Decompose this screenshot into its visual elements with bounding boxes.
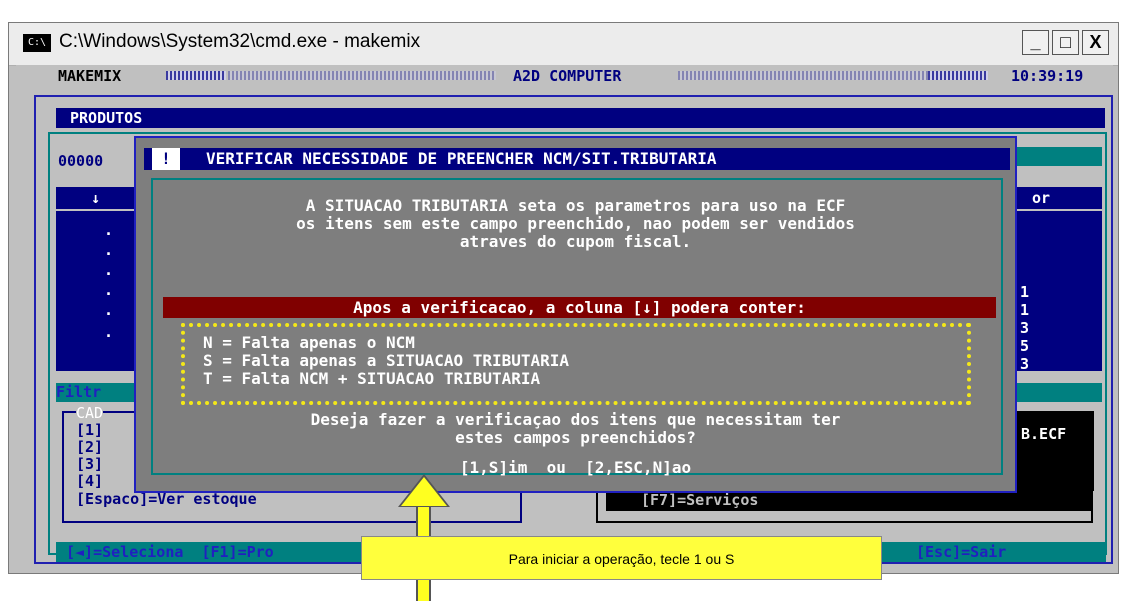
- option-t: T = Falta NCM + SITUACAO TRIBUTARIA: [203, 369, 541, 388]
- product-code: 00000: [58, 152, 104, 170]
- column-arrow-icon: ↓: [91, 189, 101, 207]
- code-cell: 00000: [56, 150, 134, 172]
- question-line: Deseja fazer a verificaçao dos itens que…: [310, 410, 841, 429]
- status-hatch-right-light: [678, 71, 928, 80]
- console-area[interactable]: MAKEMIX A2D COMPUTER 10:39:19 PRODUTOS 0…: [16, 65, 1113, 568]
- header-strip-right: [1014, 147, 1102, 166]
- footer-shortcuts-left[interactable]: [◄]=Seleciona [F1]=Pro: [66, 543, 274, 561]
- list-item: .: [104, 323, 114, 341]
- filter-bar[interactable]: Filtr: [56, 383, 134, 402]
- console-icon: C:\: [23, 34, 51, 52]
- up-arrow-icon-fill: [401, 477, 447, 506]
- menu-key-3[interactable]: [3]: [76, 455, 103, 473]
- menu-key-2[interactable]: [2]: [76, 438, 103, 456]
- list-value: 5: [1020, 337, 1030, 355]
- options-box: N = Falta apenas o NCM S = Falta apenas …: [181, 323, 971, 405]
- menu-key-4[interactable]: [4]: [76, 472, 103, 490]
- cad-label: CAD: [76, 404, 104, 422]
- column-header-right: or: [1014, 187, 1102, 209]
- column-info-banner: Apos a verificacao, a coluna [↓] podera …: [163, 297, 996, 318]
- status-line: MAKEMIX A2D COMPUTER 10:39:19: [16, 65, 1113, 87]
- maximize-button[interactable]: □: [1052, 30, 1079, 55]
- exit-shortcut[interactable]: [Esc]=Sair: [916, 543, 1006, 561]
- question-line: estes campos preenchidos?: [455, 428, 696, 447]
- list-item: .: [104, 281, 114, 299]
- right-box-fill: [1014, 411, 1094, 491]
- clock: 10:39:19: [1011, 67, 1084, 85]
- alert-icon: !: [152, 148, 180, 170]
- list-item: .: [104, 261, 114, 279]
- info-line: os itens sem este campo preenchido, nao …: [296, 214, 855, 233]
- ecf-label: B.ECF: [1021, 425, 1067, 443]
- status-hatch-right: [928, 71, 988, 80]
- column-right-label: or: [1032, 189, 1051, 207]
- instruction-callout: Para iniciar a operação, tecle 1 ou S: [361, 536, 882, 580]
- app-name: MAKEMIX: [58, 67, 122, 85]
- list-item: .: [104, 221, 114, 239]
- list-column-left[interactable]: . . . . . .: [56, 211, 134, 371]
- verification-dialog: ! VERIFICAR NECESSIDADE DE PREENCHER NCM…: [134, 136, 1017, 493]
- dialog-title: VERIFICAR NECESSIDADE DE PREENCHER NCM/S…: [206, 149, 717, 168]
- cmd-window: C:\ C:\Windows\System32\cmd.exe - makemi…: [8, 22, 1119, 574]
- screen-title: PRODUTOS: [70, 109, 143, 127]
- title-bar[interactable]: C:\ C:\Windows\System32\cmd.exe - makemi…: [9, 23, 1118, 66]
- list-column-right[interactable]: 1 1 3 5 3: [1014, 211, 1102, 373]
- info-line: atraves do cupom fiscal.: [459, 232, 692, 251]
- list-item: .: [104, 241, 114, 259]
- column-header-left: ↓: [56, 187, 134, 209]
- yes-no-prompt[interactable]: [1,S]im ou [2,ESC,N]ao: [136, 458, 1015, 477]
- option-n: N = Falta apenas o NCM: [203, 333, 415, 352]
- services-shortcut[interactable]: [F7]=Serviços: [641, 491, 758, 509]
- close-button[interactable]: X: [1082, 30, 1109, 55]
- window-title: C:\Windows\System32\cmd.exe - makemix: [59, 31, 421, 52]
- screen-title-bar: PRODUTOS: [56, 108, 1105, 128]
- minimize-button[interactable]: _: [1022, 30, 1049, 55]
- company-name: A2D COMPUTER: [513, 67, 622, 85]
- list-item: .: [104, 301, 114, 319]
- option-s: S = Falta apenas a SITUACAO TRIBUTARIA: [203, 351, 570, 370]
- filter-bar-right: [1014, 383, 1102, 402]
- filter-label: Filtr: [56, 383, 102, 401]
- info-line: A SITUACAO TRIBUTARIA seta os parametros…: [305, 196, 846, 215]
- list-value: 1: [1020, 283, 1030, 301]
- status-hatch-left: [166, 71, 226, 80]
- dialog-title-bar: ! VERIFICAR NECESSIDADE DE PREENCHER NCM…: [144, 148, 1010, 170]
- menu-key-1[interactable]: [1]: [76, 421, 103, 439]
- list-value: 1: [1020, 301, 1030, 319]
- list-value: 3: [1020, 319, 1030, 337]
- list-value: 3: [1020, 355, 1030, 373]
- status-hatch-left-light: [228, 71, 496, 80]
